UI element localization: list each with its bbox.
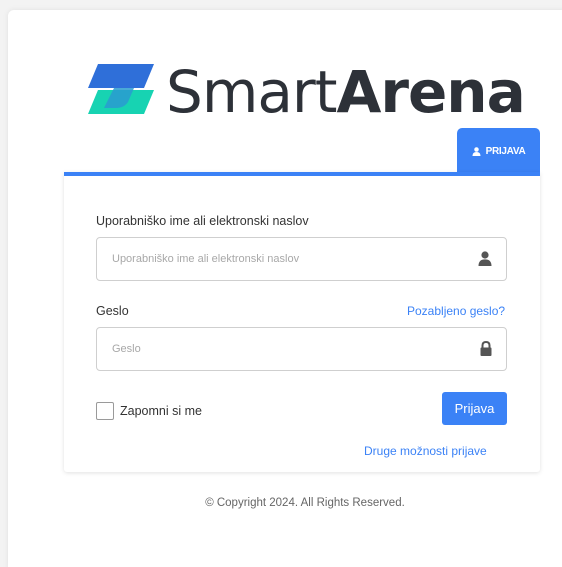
lock-icon bbox=[480, 340, 492, 361]
user-icon bbox=[478, 251, 492, 271]
password-field-wrap bbox=[96, 327, 507, 371]
svg-text:SmartArena: SmartArena bbox=[166, 58, 525, 120]
username-input[interactable] bbox=[97, 238, 457, 280]
smartarena-logo: SmartArena bbox=[86, 58, 536, 120]
username-label: Uporabniško ime ali elektronski naslov bbox=[96, 214, 309, 228]
tab-label: PRIJAVA bbox=[485, 145, 526, 157]
password-label: Geslo bbox=[96, 304, 129, 318]
other-login-options-link[interactable]: Druge možnosti prijave bbox=[364, 444, 487, 458]
remember-me-label: Zapomni si me bbox=[120, 404, 202, 418]
copyright-text: © Copyright 2024. All Rights Reserved. bbox=[205, 497, 405, 509]
logo-text-arena: Arena bbox=[336, 58, 524, 120]
remember-me-checkbox[interactable] bbox=[96, 402, 114, 420]
tab-prijava[interactable]: PRIJAVA bbox=[457, 128, 540, 174]
forgot-password-link[interactable]: Pozabljeno geslo? bbox=[407, 304, 505, 318]
login-card: Uporabniško ime ali elektronski naslov G… bbox=[64, 172, 540, 472]
username-field-wrap bbox=[96, 237, 507, 281]
logo-text-smart: Smart bbox=[166, 58, 337, 120]
password-input[interactable] bbox=[97, 328, 457, 370]
user-icon bbox=[472, 146, 481, 156]
login-button[interactable]: Prijava bbox=[442, 392, 507, 425]
